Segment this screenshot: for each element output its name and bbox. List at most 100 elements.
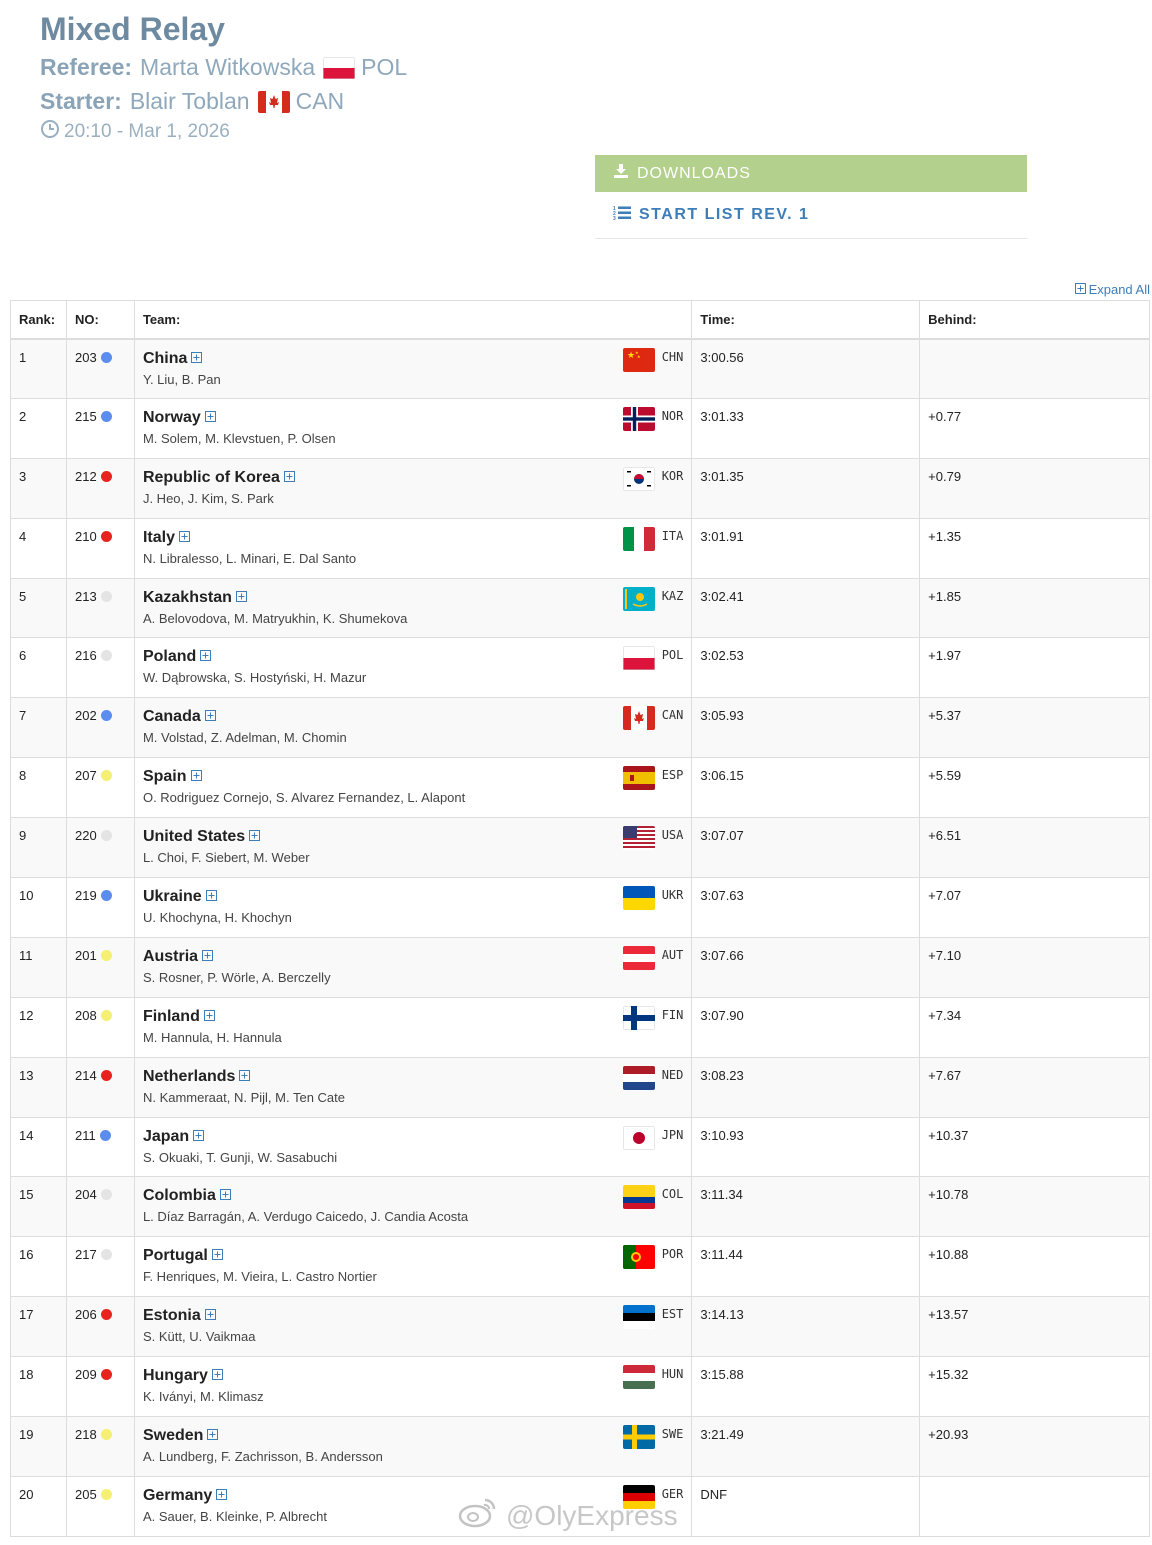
country-code: NOR (661, 408, 684, 423)
team-members: N. Libralesso, L. Minari, E. Dal Santo (142, 550, 357, 566)
team-members: L. Choi, F. Siebert, M. Weber (142, 850, 310, 866)
helmet-color-dot (100, 1309, 112, 1321)
expand-icon (204, 708, 216, 726)
team-name-toggle[interactable]: Netherlands (142, 1067, 251, 1086)
time-cell: 3:10.93 (691, 1116, 921, 1178)
team-name-toggle[interactable]: Poland (143, 648, 212, 666)
expand-icon (203, 1008, 215, 1026)
team-name-toggle[interactable]: Italy (143, 529, 190, 547)
table-row: 12 208 Finland M. Hannula, H. Hannula FIN 3:0… (10, 996, 1150, 1058)
team-name-toggle[interactable]: Estonia (143, 1307, 216, 1325)
team-members: M. Hannula, H. Hannula (142, 1029, 282, 1045)
team-name: Estonia (142, 1307, 201, 1325)
team-name: United States (142, 828, 246, 846)
rank-cell: 12 (10, 996, 67, 1058)
country-flag-icon (622, 706, 655, 731)
country-code: AUT (661, 947, 684, 962)
team-header: Team: (133, 300, 693, 340)
expand-icon (178, 529, 190, 547)
team-name-toggle[interactable]: Hungary (143, 1367, 223, 1385)
behind-cell: +7.67 (919, 1056, 1150, 1118)
time-cell: 3:06.15 (691, 757, 921, 819)
team-name-toggle[interactable]: Canada (143, 708, 216, 726)
bib-number: 203 (74, 349, 97, 365)
country-flag-icon (622, 1005, 655, 1030)
team-name-toggle[interactable]: Portugal (143, 1247, 223, 1265)
team-name: Germany (142, 1486, 213, 1504)
bib-cell: 215 (65, 397, 135, 459)
expand-icon (193, 1128, 205, 1146)
team-name: Italy (142, 528, 175, 546)
expand-icon (205, 888, 217, 906)
time-cell: 3:07.07 (691, 817, 921, 879)
rank-cell: 15 (10, 1176, 67, 1238)
time-cell: 3:05.93 (691, 697, 921, 759)
rank-cell: 16 (10, 1236, 67, 1298)
bib-cell: 208 (65, 996, 135, 1058)
country: NED (622, 1065, 683, 1090)
bib-number: 220 (74, 828, 97, 844)
behind-cell: +1.97 (919, 637, 1150, 699)
bib-cell: 217 (65, 1236, 135, 1298)
helmet-color-dot (100, 1069, 112, 1081)
helmet-color-dot (100, 470, 112, 482)
team-members: W. Dąbrowska, S. Hostyński, H. Mazur (142, 670, 367, 686)
team-name-toggle[interactable]: Colombia (143, 1187, 231, 1205)
team-name: Netherlands (142, 1067, 236, 1085)
team-name-toggle[interactable]: United States (142, 828, 261, 846)
team-name-toggle[interactable]: Germany (142, 1486, 228, 1505)
behind-cell: +6.51 (919, 817, 1150, 879)
bib-number: 201 (74, 947, 97, 963)
team-cell: Sweden A. Lundberg, F. Zachrisson, B. And… (133, 1416, 693, 1477)
team-name-toggle[interactable]: Sweden (143, 1427, 219, 1445)
team-name-toggle[interactable]: Republic of Korea (143, 469, 295, 487)
helmet-color-dot (100, 890, 112, 902)
team-name-toggle[interactable]: Spain (143, 768, 202, 786)
time-cell: 3:08.23 (691, 1056, 921, 1118)
start-list-link[interactable]: 123 START LIST REV. 1 (595, 192, 1027, 239)
team-name-toggle[interactable]: Japan (143, 1128, 205, 1146)
expand-icon (216, 1487, 228, 1505)
team-name-toggle[interactable]: Norway (143, 409, 216, 427)
team-name-toggle[interactable]: Austria (143, 948, 214, 966)
country-flag-icon (622, 526, 655, 551)
team-name-toggle[interactable]: Ukraine (143, 888, 217, 906)
time-cell: 3:11.44 (691, 1236, 921, 1298)
country-flag-icon (622, 1365, 655, 1390)
bib-cell: 201 (65, 936, 135, 998)
behind-header: Behind: (919, 300, 1150, 340)
rank-cell: 18 (10, 1356, 67, 1418)
behind-cell: +0.77 (919, 397, 1150, 459)
table-header-row: Rank: NO: Team: Time: Behind: (10, 300, 1150, 340)
behind-cell: +5.37 (919, 697, 1150, 759)
country-flag-icon (622, 826, 655, 851)
country-flag-icon (622, 1185, 655, 1210)
downloads-panel: DOWNLOADS 123 START LIST REV. 1 (595, 155, 1027, 239)
bib-cell: 211 (65, 1116, 135, 1178)
team-name-toggle[interactable]: China (143, 350, 203, 368)
country-code: KOR (661, 468, 684, 483)
country: USA (622, 826, 683, 851)
expand-icon (211, 1367, 223, 1385)
team-name-toggle[interactable]: Finland (143, 1008, 215, 1026)
expand-all-link[interactable]: Expand All (1074, 282, 1150, 297)
team-cell: Italy N. Libralesso, L. Minari, E. Dal Sa… (133, 517, 693, 579)
page-title: Mixed Relay (40, 11, 225, 47)
country-code: ESP (661, 768, 684, 783)
team-cell: Poland W. Dąbrowska, S. Hostyński, H. Maz… (133, 637, 693, 699)
country-flag-icon (622, 1305, 655, 1330)
bib-number: 215 (74, 408, 97, 424)
country: ITA (622, 526, 683, 551)
rank-cell: 19 (10, 1416, 67, 1477)
country-flag-icon: ★ ★ ★ (622, 347, 655, 372)
rank-cell: 20 (10, 1475, 67, 1537)
event-header: Mixed Relay Referee: Marta Witkowska POL… (40, 10, 407, 145)
country-code: POL (661, 648, 684, 663)
team-name-toggle[interactable]: Kazakhstan (143, 589, 247, 607)
helmet-color-dot (100, 710, 112, 722)
bib-cell: 203 (65, 338, 135, 399)
bib-number: 204 (74, 1187, 97, 1203)
behind-cell: +5.59 (919, 757, 1150, 819)
team-cell: Estonia S. Kütt, U. Vaikmaa EST (133, 1296, 693, 1358)
team-name: Spain (142, 768, 187, 786)
